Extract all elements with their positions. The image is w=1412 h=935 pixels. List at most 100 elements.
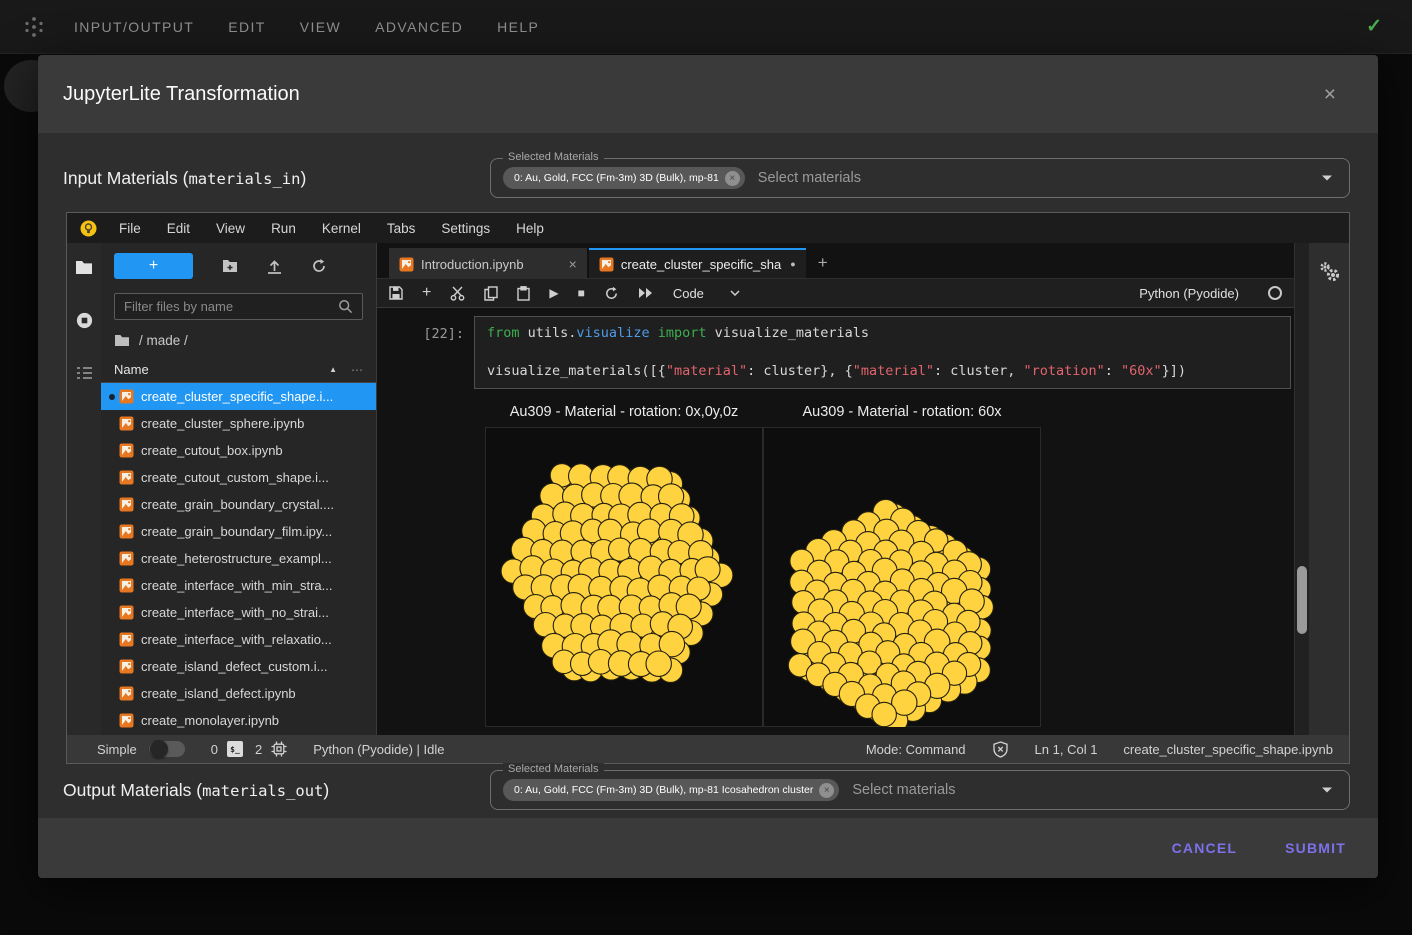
file-list-header[interactable]: Name ▲ ⋯: [101, 357, 376, 383]
copy-cell-icon[interactable]: [484, 286, 498, 301]
trust-shield-icon[interactable]: [992, 741, 1009, 758]
file-item[interactable]: create_grain_boundary_film.ipy...: [101, 518, 376, 545]
terminals-count[interactable]: 0: [211, 742, 218, 757]
terminal-icon[interactable]: $_: [227, 741, 243, 757]
jupyter-menu-view[interactable]: View: [203, 221, 258, 236]
file-item[interactable]: create_cutout_custom_shape.i...: [101, 464, 376, 491]
file-name: create_heterostructure_exampl...: [141, 551, 332, 566]
cancel-button[interactable]: CANCEL: [1172, 840, 1238, 856]
kernels-count[interactable]: 2: [255, 742, 262, 757]
filter-placeholder: Filter files by name: [124, 299, 233, 314]
notebook-file-icon: [119, 578, 134, 593]
mode-indicator[interactable]: Mode: Command: [866, 742, 966, 757]
tab-create-cluster-specific-shape[interactable]: create_cluster_specific_sha ●: [589, 248, 806, 278]
kernel-name[interactable]: Python (Pyodide): [1139, 286, 1239, 301]
cell-type-dropdown[interactable]: Code: [673, 286, 740, 301]
chevron-down-icon[interactable]: [1321, 786, 1333, 794]
file-name: create_cluster_specific_shape.i...: [141, 389, 333, 404]
filter-files-input[interactable]: Filter files by name: [114, 293, 363, 320]
restart-kernel-icon[interactable]: [604, 286, 619, 301]
jupyterlite-transformation-dialog: JupyterLite Transformation × Input Mater…: [38, 55, 1378, 878]
simple-mode-toggle[interactable]: [149, 741, 185, 757]
refresh-icon[interactable]: [311, 258, 327, 274]
appbar-menu-help[interactable]: HELP: [497, 19, 539, 35]
paste-cell-icon[interactable]: [517, 286, 530, 301]
jupyter-menu-edit[interactable]: Edit: [154, 221, 203, 236]
select-legend: Selected Materials: [503, 151, 604, 163]
name-column-header: Name: [114, 362, 149, 377]
output-materials-select[interactable]: Selected Materials 0: Au, Gold, FCC (Fm-…: [490, 770, 1350, 810]
material-chip-label: 0: Au, Gold, FCC (Fm-3m) 3D (Bulk), mp-8…: [514, 784, 813, 796]
chip-remove-icon[interactable]: ×: [725, 171, 740, 186]
file-item[interactable]: create_heterostructure_exampl...: [101, 545, 376, 572]
appbar-menu-edit[interactable]: EDIT: [228, 19, 266, 35]
tab-introduction[interactable]: Introduction.ipynb ×: [389, 248, 587, 278]
material-chip[interactable]: 0: Au, Gold, FCC (Fm-3m) 3D (Bulk), mp-8…: [503, 779, 839, 801]
submit-button[interactable]: SUBMIT: [1285, 840, 1346, 856]
file-item[interactable]: create_interface_with_no_strai...: [101, 599, 376, 626]
jupyter-menu-file[interactable]: File: [106, 221, 154, 236]
running-sessions-icon[interactable]: [76, 312, 93, 329]
new-launcher-button[interactable]: +: [114, 253, 193, 279]
chip-remove-icon[interactable]: ×: [819, 783, 834, 798]
kernel-status[interactable]: Python (Pyodide) | Idle: [313, 742, 444, 757]
add-cell-icon[interactable]: +: [422, 285, 431, 301]
appbar-menu-advanced[interactable]: ADVANCED: [375, 19, 463, 35]
jupyter-menu-run[interactable]: Run: [258, 221, 309, 236]
settings-gears-icon[interactable]: [1316, 259, 1342, 290]
file-item[interactable]: create_cluster_specific_shape.i...: [101, 383, 376, 410]
code-editor[interactable]: from utils.visualize import visualize_ma…: [474, 316, 1291, 389]
breadcrumb[interactable]: / made /: [114, 333, 363, 348]
table-of-contents-icon[interactable]: [76, 366, 93, 380]
cursor-position[interactable]: Ln 1, Col 1: [1035, 742, 1098, 757]
dialog-title: JupyterLite Transformation: [63, 83, 300, 106]
upload-icon[interactable]: [267, 259, 282, 274]
kernel-sessions-icon[interactable]: [271, 741, 287, 757]
code-cell: [22]: from utils.visualize import visual…: [377, 316, 1294, 389]
file-browser-icon[interactable]: [75, 260, 93, 275]
notebook-file-icon: [119, 551, 134, 566]
notebook-scrollbar[interactable]: [1294, 243, 1309, 735]
file-item[interactable]: create_island_defect.ipynb: [101, 680, 376, 707]
input-materials-select[interactable]: Selected Materials 0: Au, Gold, FCC (Fm-…: [490, 158, 1350, 198]
jupyter-left-sidebar: [67, 243, 101, 735]
file-name: create_grain_boundary_film.ipy...: [141, 524, 332, 539]
simple-mode-label: Simple: [97, 742, 137, 757]
file-item[interactable]: create_cutout_box.ipynb: [101, 437, 376, 464]
notebook-file-icon: [119, 389, 134, 404]
file-item[interactable]: create_grain_boundary_crystal....: [101, 491, 376, 518]
folder-icon: [114, 334, 130, 347]
select-placeholder: Select materials: [758, 170, 861, 186]
appbar-menu-view[interactable]: VIEW: [300, 19, 341, 35]
scrollbar-thumb[interactable]: [1297, 566, 1307, 634]
new-tab-button[interactable]: +: [808, 248, 838, 278]
stop-kernel-icon[interactable]: ■: [578, 287, 585, 299]
jupyter-menu-help[interactable]: Help: [503, 221, 557, 236]
file-item[interactable]: create_monolayer.ipynb: [101, 707, 376, 734]
file-name: create_interface_with_no_strai...: [141, 605, 329, 620]
close-icon[interactable]: ×: [1324, 84, 1336, 105]
notebook-file-icon: [119, 686, 134, 701]
tab-close-icon[interactable]: ×: [569, 256, 577, 272]
notebook-file-icon: [119, 605, 134, 620]
kernel-status-icon[interactable]: [1268, 286, 1282, 300]
file-item[interactable]: create_interface_with_min_stra...: [101, 572, 376, 599]
jupyter-menu-settings[interactable]: Settings: [428, 221, 503, 236]
chevron-down-icon[interactable]: [1321, 174, 1333, 182]
file-list-more-icon[interactable]: ⋯: [351, 363, 363, 377]
jupyter-menu-tabs[interactable]: Tabs: [374, 221, 429, 236]
dialog-header: JupyterLite Transformation ×: [38, 55, 1378, 133]
appbar-menu-input-output[interactable]: INPUT/OUTPUT: [74, 19, 194, 35]
restart-run-all-icon[interactable]: [638, 287, 654, 299]
cut-cell-icon[interactable]: [450, 286, 465, 301]
run-cell-icon[interactable]: ▶: [549, 287, 558, 299]
new-folder-icon[interactable]: [222, 259, 238, 273]
save-icon[interactable]: [389, 286, 403, 300]
material-chip[interactable]: 0: Au, Gold, FCC (Fm-3m) 3D (Bulk), mp-8…: [503, 167, 745, 189]
file-item[interactable]: create_cluster_sphere.ipynb: [101, 410, 376, 437]
select-legend: Selected Materials: [503, 763, 604, 775]
jupyter-menu-kernel[interactable]: Kernel: [309, 221, 374, 236]
file-item[interactable]: create_island_defect_custom.i...: [101, 653, 376, 680]
notebook-file-icon: [119, 713, 134, 728]
file-item[interactable]: create_interface_with_relaxatio...: [101, 626, 376, 653]
